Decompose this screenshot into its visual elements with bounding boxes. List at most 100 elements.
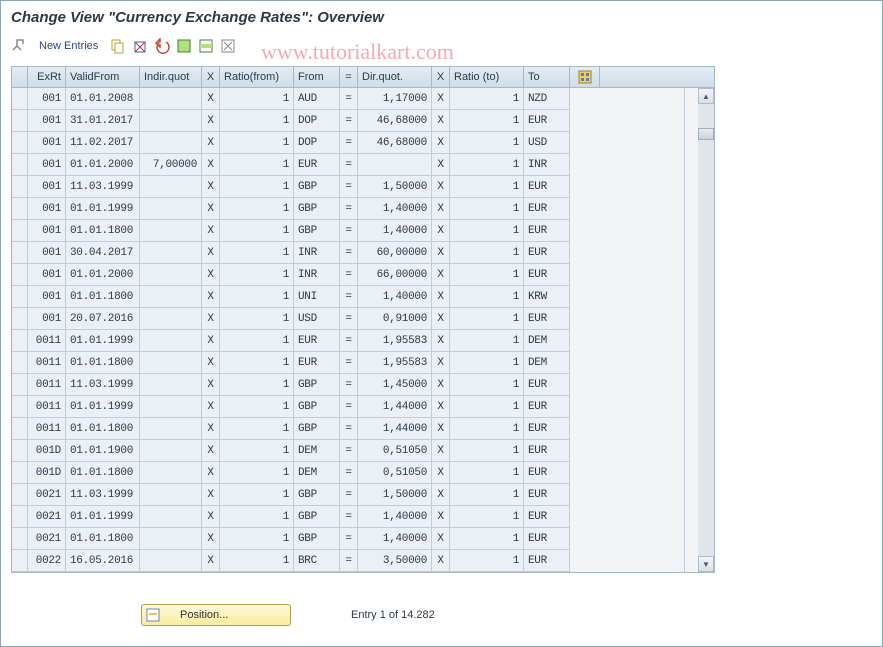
cell-to[interactable]: EUR [524, 528, 570, 550]
cell-validfrom[interactable]: 01.01.1999 [66, 198, 140, 220]
cell-ratioto[interactable]: 1 [450, 154, 524, 176]
table-row[interactable]: 001101.01.1999X1EUR=1,95583X1DEM [12, 330, 714, 352]
cell-indirquot[interactable] [140, 264, 202, 286]
cell-to[interactable]: DEM [524, 352, 570, 374]
vertical-scrollbar[interactable]: ▲ ▼ [684, 88, 714, 572]
cell-x2[interactable]: X [432, 154, 450, 176]
cell-exrt[interactable]: 001 [28, 88, 66, 110]
cell-to[interactable]: EUR [524, 264, 570, 286]
cell-exrt[interactable]: 0011 [28, 330, 66, 352]
cell-dirquot[interactable]: 1,17000 [358, 88, 432, 110]
table-row[interactable]: 00111.03.1999X1GBP=1,50000X1EUR [12, 176, 714, 198]
cell-from[interactable]: GBP [294, 220, 340, 242]
cell-x1[interactable]: X [202, 528, 220, 550]
cell-ratiofrom[interactable]: 1 [220, 198, 294, 220]
cell-x1[interactable]: X [202, 506, 220, 528]
cell-ratioto[interactable]: 1 [450, 440, 524, 462]
cell-x1[interactable]: X [202, 440, 220, 462]
cell-to[interactable]: EUR [524, 308, 570, 330]
table-row[interactable]: 002101.01.1999X1GBP=1,40000X1EUR [12, 506, 714, 528]
cell-x2[interactable]: X [432, 440, 450, 462]
cell-exrt[interactable]: 001D [28, 440, 66, 462]
cell-indirquot[interactable] [140, 132, 202, 154]
cell-to[interactable]: NZD [524, 88, 570, 110]
cell-validfrom[interactable]: 16.05.2016 [66, 550, 140, 572]
table-row[interactable]: 001101.01.1800X1GBP=1,44000X1EUR [12, 418, 714, 440]
cell-x2[interactable]: X [432, 484, 450, 506]
cell-x2[interactable]: X [432, 220, 450, 242]
cell-x1[interactable]: X [202, 550, 220, 572]
cell-ratioto[interactable]: 1 [450, 176, 524, 198]
cell-exrt[interactable]: 001 [28, 264, 66, 286]
cell-from[interactable]: EUR [294, 154, 340, 176]
cell-to[interactable]: USD [524, 132, 570, 154]
row-handle[interactable] [12, 418, 28, 440]
cell-exrt[interactable]: 001 [28, 176, 66, 198]
cell-exrt[interactable]: 0021 [28, 484, 66, 506]
row-handle[interactable] [12, 110, 28, 132]
cell-x1[interactable]: X [202, 484, 220, 506]
cell-to[interactable]: EUR [524, 550, 570, 572]
cell-dirquot[interactable]: 1,95583 [358, 352, 432, 374]
table-row[interactable]: 001101.01.1999X1GBP=1,44000X1EUR [12, 396, 714, 418]
cell-from[interactable]: GBP [294, 374, 340, 396]
cell-ratiofrom[interactable]: 1 [220, 396, 294, 418]
cell-ratioto[interactable]: 1 [450, 506, 524, 528]
cell-dirquot[interactable]: 1,40000 [358, 198, 432, 220]
select-all-handle[interactable] [12, 67, 28, 87]
cell-from[interactable]: GBP [294, 198, 340, 220]
cell-validfrom[interactable]: 01.01.1999 [66, 396, 140, 418]
cell-indirquot[interactable] [140, 528, 202, 550]
cell-ratiofrom[interactable]: 1 [220, 220, 294, 242]
cell-indirquot[interactable] [140, 286, 202, 308]
cell-dirquot[interactable]: 1,50000 [358, 176, 432, 198]
cell-exrt[interactable]: 0021 [28, 506, 66, 528]
cell-x1[interactable]: X [202, 198, 220, 220]
row-handle[interactable] [12, 132, 28, 154]
row-handle[interactable] [12, 330, 28, 352]
cell-ratiofrom[interactable]: 1 [220, 528, 294, 550]
cell-dirquot[interactable]: 1,40000 [358, 506, 432, 528]
cell-to[interactable]: EUR [524, 484, 570, 506]
cell-dirquot[interactable]: 0,51050 [358, 462, 432, 484]
cell-from[interactable]: DOP [294, 132, 340, 154]
cell-to[interactable]: EUR [524, 374, 570, 396]
cell-to[interactable]: EUR [524, 462, 570, 484]
table-row[interactable]: 002111.03.1999X1GBP=1,50000X1EUR [12, 484, 714, 506]
cell-x2[interactable]: X [432, 308, 450, 330]
table-row[interactable]: 002101.01.1800X1GBP=1,40000X1EUR [12, 528, 714, 550]
scroll-down-arrow[interactable]: ▼ [698, 556, 714, 572]
cell-ratioto[interactable]: 1 [450, 484, 524, 506]
col-header-ratioto[interactable]: Ratio (to) [450, 67, 524, 87]
cell-to[interactable]: EUR [524, 506, 570, 528]
cell-x1[interactable]: X [202, 374, 220, 396]
cell-indirquot[interactable] [140, 88, 202, 110]
cell-ratioto[interactable]: 1 [450, 264, 524, 286]
cell-from[interactable]: AUD [294, 88, 340, 110]
cell-x2[interactable]: X [432, 396, 450, 418]
table-row[interactable]: 00101.01.1999X1GBP=1,40000X1EUR [12, 198, 714, 220]
row-handle[interactable] [12, 286, 28, 308]
cell-exrt[interactable]: 001 [28, 110, 66, 132]
cell-validfrom[interactable]: 01.01.1900 [66, 440, 140, 462]
cell-x2[interactable]: X [432, 462, 450, 484]
cell-ratiofrom[interactable]: 1 [220, 440, 294, 462]
cell-ratiofrom[interactable]: 1 [220, 176, 294, 198]
cell-dirquot[interactable]: 66,00000 [358, 264, 432, 286]
cell-to[interactable]: KRW [524, 286, 570, 308]
new-entries-button[interactable]: New Entries [33, 38, 104, 54]
select-block-icon[interactable] [198, 38, 214, 54]
cell-ratiofrom[interactable]: 1 [220, 374, 294, 396]
cell-from[interactable]: INR [294, 264, 340, 286]
cell-exrt[interactable]: 001 [28, 132, 66, 154]
cell-exrt[interactable]: 001 [28, 286, 66, 308]
cell-validfrom[interactable]: 01.01.1800 [66, 528, 140, 550]
cell-dirquot[interactable]: 3,50000 [358, 550, 432, 572]
cell-x1[interactable]: X [202, 176, 220, 198]
cell-ratiofrom[interactable]: 1 [220, 418, 294, 440]
cell-x1[interactable]: X [202, 330, 220, 352]
cell-indirquot[interactable] [140, 418, 202, 440]
cell-ratiofrom[interactable]: 1 [220, 110, 294, 132]
cell-to[interactable]: EUR [524, 198, 570, 220]
cell-ratioto[interactable]: 1 [450, 220, 524, 242]
